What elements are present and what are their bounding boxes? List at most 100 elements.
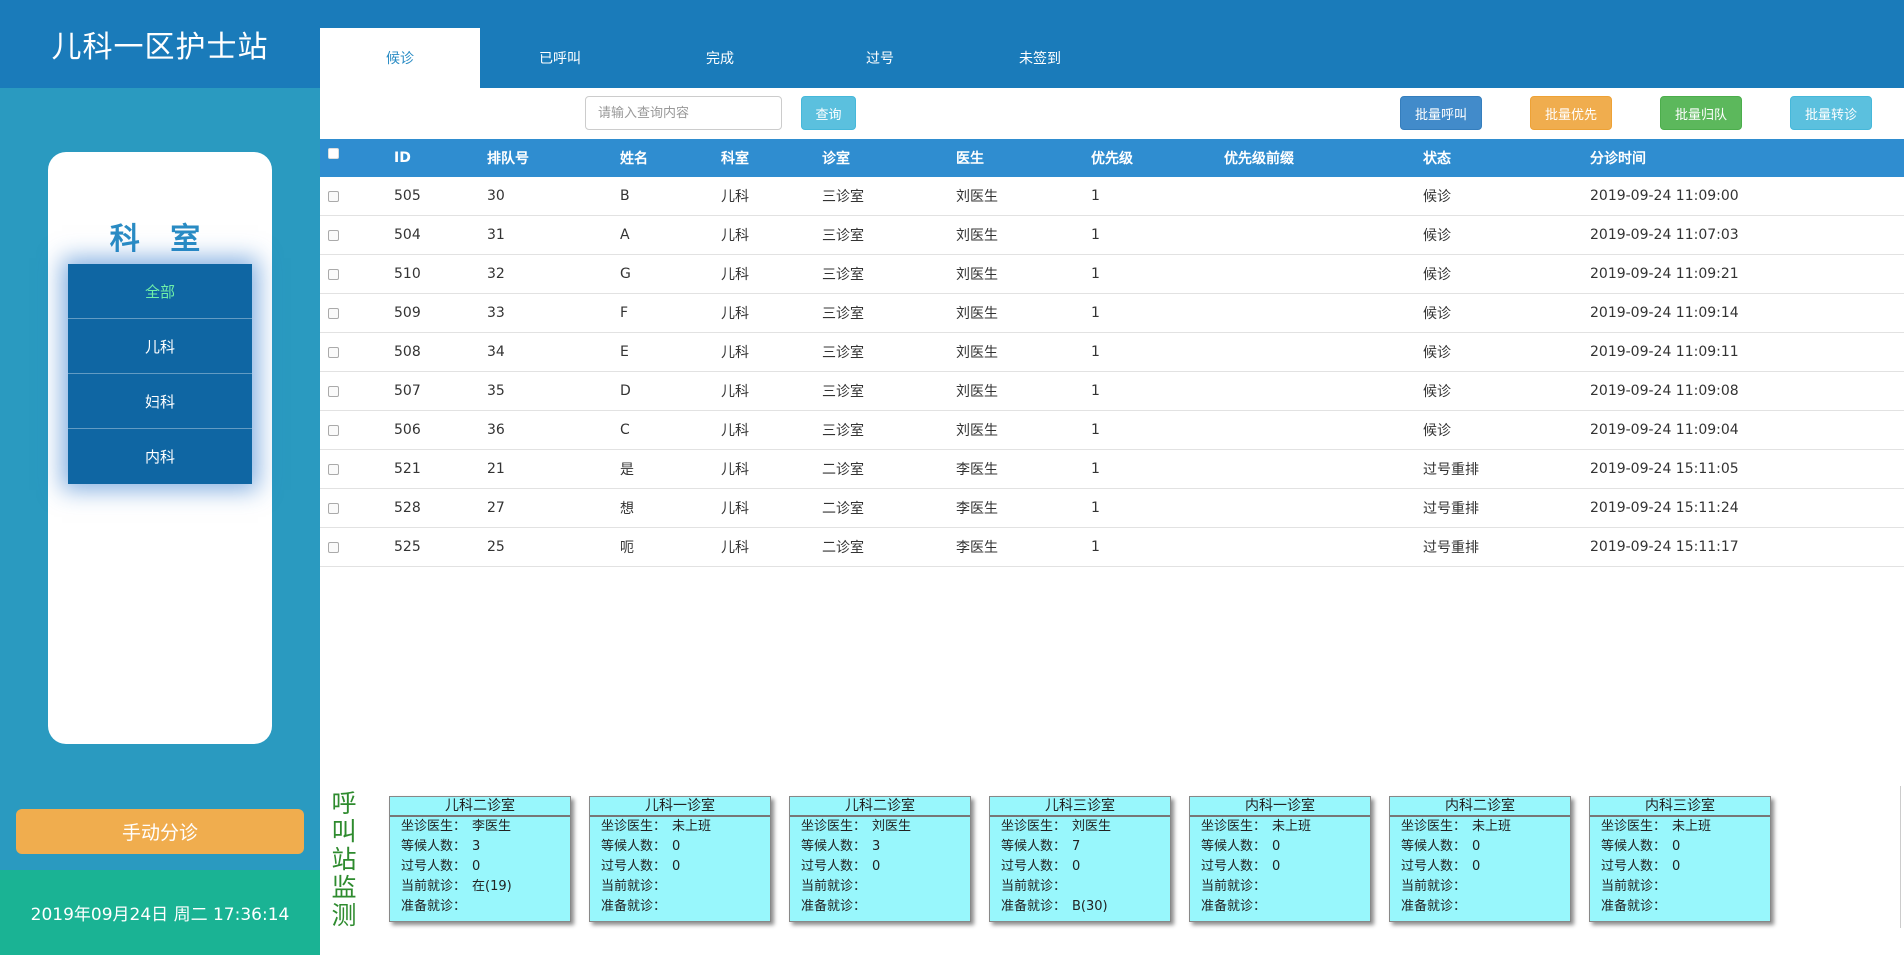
table-row[interactable]: 510 32 G 儿科 三诊室 刘医生 1 候诊 2019-09-24 11:09:21: [320, 255, 1904, 294]
table-cell: 2019-09-24 15:11:24: [1590, 500, 1739, 516]
department-item-all[interactable]: 全部: [68, 264, 252, 319]
table-cell: 候诊: [1423, 306, 1451, 322]
table-cell: 刘医生: [956, 189, 998, 205]
department-item-pediatrics[interactable]: 儿科: [68, 319, 252, 374]
room-field-label: 过号人数：: [1401, 859, 1467, 874]
batch-return-button[interactable]: 批量归队: [1660, 96, 1742, 130]
room-field-label: 等候人数：: [1601, 839, 1667, 854]
column-header: 分诊时间: [1590, 151, 1646, 167]
room-field-value: 3: [872, 839, 881, 854]
room-field-value: B(30): [1072, 899, 1108, 914]
column-header: 优先级前缀: [1224, 151, 1294, 167]
room-field-label: 当前就诊：: [1001, 879, 1067, 894]
row-select-cell: [328, 294, 339, 332]
table-row[interactable]: 528 27 想 儿科 二诊室 李医生 1 过号重排 2019-09-24 15:11:24: [320, 489, 1904, 528]
row-select-cell: [328, 372, 339, 410]
monitor-label-char: 呼: [331, 789, 357, 818]
table-row[interactable]: 521 21 是 儿科 二诊室 李医生 1 过号重排 2019-09-24 15:11:05: [320, 450, 1904, 489]
table-cell: 是: [620, 462, 634, 478]
room-field-value: 7: [1072, 839, 1081, 854]
row-checkbox[interactable]: [328, 463, 339, 475]
manual-triage-button[interactable]: 手动分诊: [16, 809, 304, 854]
table-cell: 509: [394, 305, 421, 321]
tab-called[interactable]: 已呼叫: [480, 28, 640, 88]
room-field-label: 过号人数：: [801, 859, 867, 874]
table-cell: 1: [1091, 188, 1100, 204]
batch-transfer-button[interactable]: 批量转诊: [1790, 96, 1872, 130]
row-checkbox[interactable]: [328, 541, 339, 553]
table-row[interactable]: 504 31 A 儿科 三诊室 刘医生 1 候诊 2019-09-24 11:07:03: [320, 216, 1904, 255]
room-field-value: 0: [472, 859, 481, 874]
row-checkbox[interactable]: [328, 190, 339, 202]
column-header: 姓名: [620, 151, 648, 167]
room-field-value: 未上班: [1672, 819, 1712, 834]
table-cell: 30: [487, 188, 505, 204]
table-row[interactable]: 505 30 B 儿科 三诊室 刘医生 1 候诊 2019-09-24 11:09:00: [320, 177, 1904, 216]
room-field-next: 准备就诊：: [790, 897, 970, 917]
table-cell: 过号重排: [1423, 540, 1479, 556]
select-all-cell: [328, 134, 339, 172]
room-field-value: 0: [872, 859, 881, 874]
tab-waiting[interactable]: 候诊: [320, 28, 480, 88]
tab-completed[interactable]: 完成: [640, 28, 800, 88]
table-cell: 李医生: [956, 540, 998, 556]
room-card: 儿科一诊室 坐诊医生： 未上班 等候人数： 0 过号人数： 0 当前就诊： 准备就诊：: [589, 796, 771, 922]
row-checkbox[interactable]: [328, 502, 339, 514]
room-field-waiting: 等候人数： 0: [1590, 837, 1770, 857]
column-header: 医生: [956, 151, 984, 167]
table-cell: 候诊: [1423, 267, 1451, 283]
room-field-label: 坐诊医生：: [601, 819, 667, 834]
search-input[interactable]: [585, 96, 782, 130]
row-select-cell: [328, 216, 339, 254]
table-row[interactable]: 508 34 E 儿科 三诊室 刘医生 1 候诊 2019-09-24 11:09:11: [320, 333, 1904, 372]
room-field-value: 在(19): [472, 879, 512, 894]
row-checkbox[interactable]: [328, 229, 339, 241]
batch-priority-button[interactable]: 批量优先: [1530, 96, 1612, 130]
table-cell: G: [620, 266, 631, 282]
room-field-waiting: 等候人数： 0: [1190, 837, 1370, 857]
table-cell: 508: [394, 344, 421, 360]
room-field-passed: 过号人数： 0: [1390, 857, 1570, 877]
table-cell: 三诊室: [822, 267, 864, 283]
table-row[interactable]: 509 33 F 儿科 三诊室 刘医生 1 候诊 2019-09-24 11:09:14: [320, 294, 1904, 333]
room-field-label: 过号人数：: [401, 859, 467, 874]
table-cell: 儿科: [721, 345, 749, 361]
table-cell: F: [620, 305, 629, 321]
room-name: 内科三诊室: [1590, 797, 1770, 817]
room-field-passed: 过号人数： 0: [390, 857, 570, 877]
row-checkbox[interactable]: [328, 385, 339, 397]
select-all-checkbox[interactable]: [328, 147, 339, 159]
room-field-current: 当前就诊： 在(19): [390, 877, 570, 897]
table-row[interactable]: 506 36 C 儿科 三诊室 刘医生 1 候诊 2019-09-24 11:09:04: [320, 411, 1904, 450]
row-select-cell: [328, 528, 339, 566]
room-field-value: 刘医生: [872, 819, 912, 834]
table-row[interactable]: 525 25 呃 儿科 二诊室 李医生 1 过号重排 2019-09-24 15:11:17: [320, 528, 1904, 567]
table-cell: 三诊室: [822, 423, 864, 439]
department-item-gynecology[interactable]: 妇科: [68, 374, 252, 429]
tab-passed[interactable]: 过号: [800, 28, 960, 88]
table-cell: 三诊室: [822, 228, 864, 244]
department-item-internal-medicine[interactable]: 内科: [68, 429, 252, 484]
department-panel: 科 室 全部 儿科 妇科 内科: [48, 152, 272, 744]
table-row[interactable]: 507 35 D 儿科 三诊室 刘医生 1 候诊 2019-09-24 11:09:08: [320, 372, 1904, 411]
room-field-passed: 过号人数： 0: [1190, 857, 1370, 877]
room-field-label: 过号人数：: [1001, 859, 1067, 874]
room-field-value: 0: [1072, 859, 1081, 874]
row-checkbox[interactable]: [328, 307, 339, 319]
row-select-cell: [328, 489, 339, 527]
batch-call-button[interactable]: 批量呼叫: [1400, 96, 1482, 130]
table-cell: 2019-09-24 15:11:05: [1590, 461, 1739, 477]
room-field-value: 0: [1672, 859, 1681, 874]
table-cell: 34: [487, 344, 505, 360]
table-cell: 1: [1091, 266, 1100, 282]
room-field-current: 当前就诊：: [1590, 877, 1770, 897]
tab-not-signed-in[interactable]: 未签到: [960, 28, 1120, 88]
row-checkbox[interactable]: [328, 346, 339, 358]
room-field-value: 刘医生: [1072, 819, 1112, 834]
monitor-label-char: 站: [331, 845, 357, 874]
row-checkbox[interactable]: [328, 424, 339, 436]
query-button[interactable]: 查询: [801, 96, 856, 130]
room-field-doctor: 坐诊医生： 刘医生: [990, 817, 1170, 837]
row-checkbox[interactable]: [328, 268, 339, 280]
table-cell: A: [620, 227, 630, 243]
